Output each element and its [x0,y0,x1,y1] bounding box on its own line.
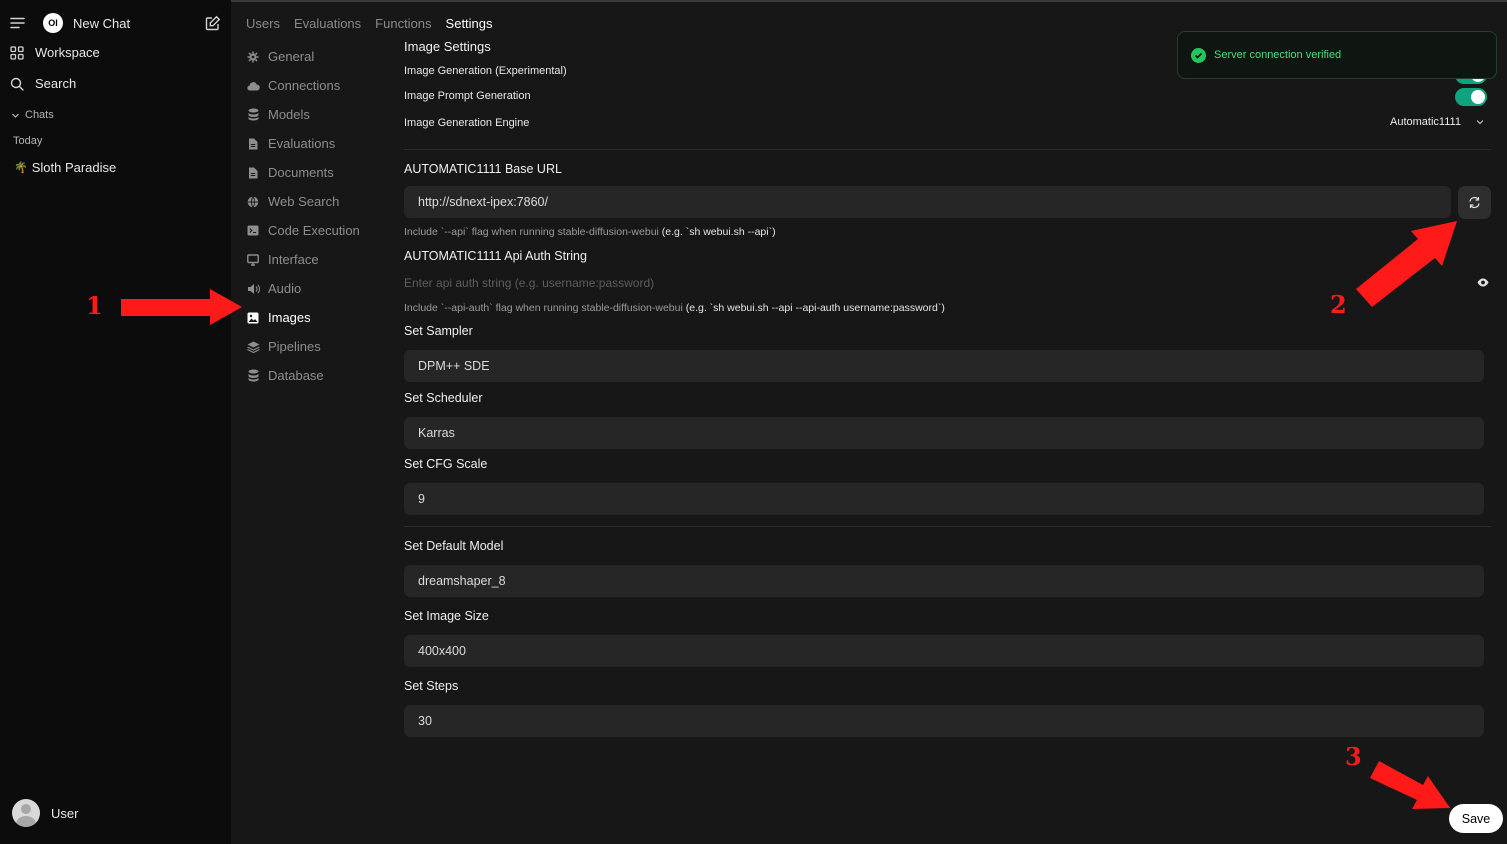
annotation-number-2: 2 [1330,290,1347,319]
annotation-arrow-1 [121,289,242,325]
annotation-arrow-2 [1356,221,1457,307]
annotation-arrows [121,221,1457,809]
annotation-number-3: 3 [1345,742,1362,771]
annotation-arrow-3 [1370,761,1450,809]
annotation-number-1: 1 [86,291,103,320]
